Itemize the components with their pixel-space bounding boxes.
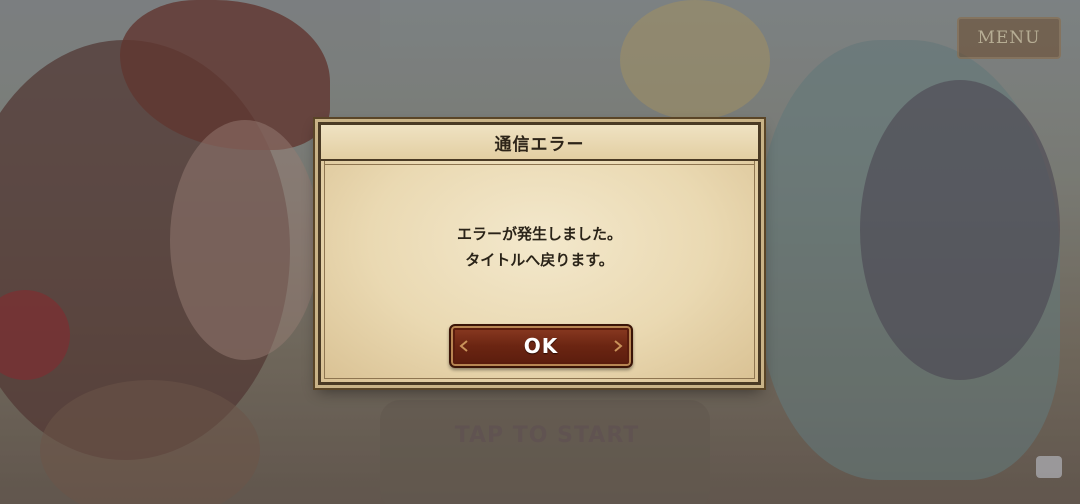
menu-button: MENU (957, 17, 1061, 59)
error-dialog: 通信エラー エラーが発生しました。 タイトルへ戻ります。 OK (318, 122, 761, 385)
dialog-header: 通信エラー (321, 125, 758, 165)
chevron-left-icon (459, 340, 468, 352)
message-line: エラーが発生しました。 (456, 225, 622, 243)
message-line: タイトルへ戻ります。 (465, 251, 614, 269)
dialog-title: 通信エラー (494, 134, 585, 155)
chevron-right-icon (614, 340, 623, 352)
dialog-message: エラーが発生しました。 タイトルへ戻ります。 (321, 221, 758, 273)
tap-to-start-text: TAP TO START (454, 423, 640, 448)
ok-button[interactable]: OK (449, 324, 633, 368)
ok-button-label: OK (523, 334, 559, 358)
corner-icon (1036, 456, 1062, 478)
